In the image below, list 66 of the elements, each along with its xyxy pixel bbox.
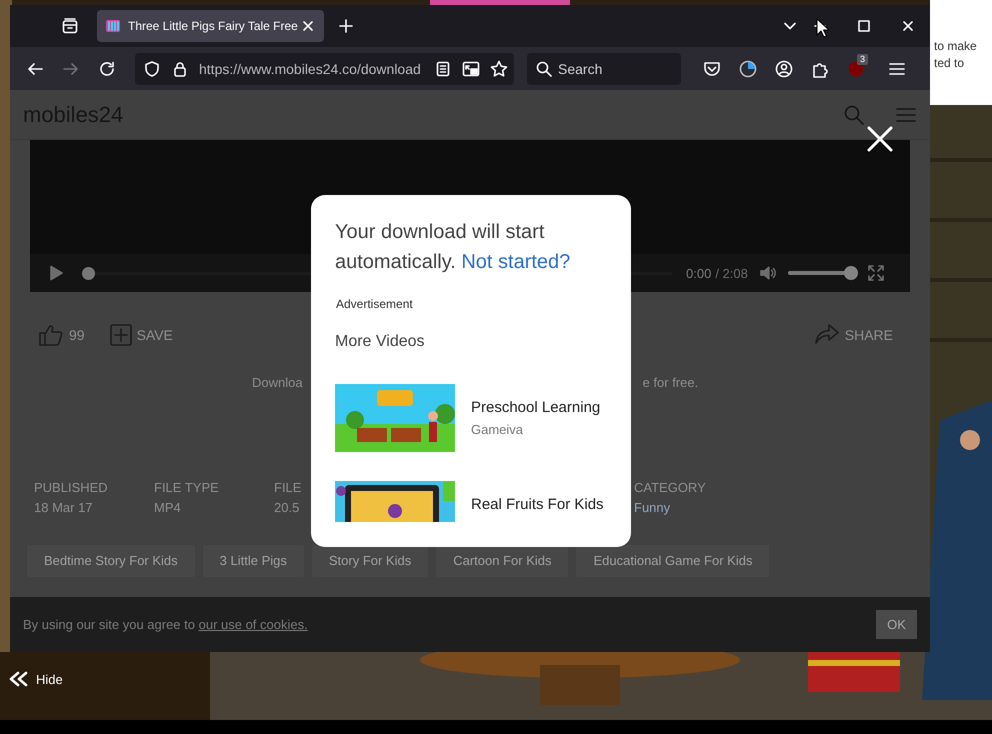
text-line: ted to <box>933 55 966 72</box>
browser-tab[interactable]: Three Little Pigs Fairy Tale Free <box>97 10 324 42</box>
meta-value: 20.5 <box>274 499 300 517</box>
close-icon[interactable] <box>902 20 914 32</box>
progress-thumb[interactable] <box>82 266 95 280</box>
pocket-icon[interactable] <box>702 60 721 78</box>
address-bar[interactable]: https://www.mobiles24.co/download <box>135 52 514 84</box>
video-title[interactable]: Preschool Learning <box>471 398 600 417</box>
star-icon[interactable] <box>490 60 508 76</box>
play-icon[interactable] <box>48 265 64 281</box>
reader-view-icon[interactable] <box>434 60 452 76</box>
meta-value: 18 Mar 17 <box>34 499 94 517</box>
pie-icon[interactable] <box>738 60 757 78</box>
fullscreen-icon[interactable] <box>868 265 884 281</box>
ad-label: Advertisement <box>335 296 414 312</box>
download-message: Your download will start automatically. Not started? <box>335 220 572 275</box>
new-tab-icon[interactable] <box>338 18 354 34</box>
reload-icon[interactable] <box>98 60 116 78</box>
tag-chip[interactable]: Story For Kids <box>312 545 428 577</box>
video-author: Gameiva <box>471 422 524 438</box>
tag-chip[interactable]: Bedtime Story For Kids <box>27 545 195 577</box>
speaker-icon[interactable] <box>760 265 776 281</box>
meta-value: MP4 <box>154 499 182 517</box>
count-badge: 3 <box>856 54 868 65</box>
cookie-notice: By using our site you agree to our use of cookies. <box>23 617 308 632</box>
section-title: More Videos <box>335 332 426 352</box>
meta-label: FILE <box>274 479 302 497</box>
duration: / 2:08 <box>715 266 748 280</box>
tag-chip[interactable]: 3 Little Pigs <box>202 545 304 577</box>
maximize-icon[interactable] <box>858 20 870 32</box>
meta-label: FILE TYPE <box>154 479 220 497</box>
search-icon <box>536 60 552 76</box>
tag-chip[interactable]: Cartoon For Kids <box>436 545 568 577</box>
cursor-icon <box>816 18 830 38</box>
close-tab-icon[interactable] <box>302 20 314 32</box>
double-chevron-icon <box>8 671 28 687</box>
category-link[interactable]: Funny <box>634 498 706 518</box>
ok-button[interactable]: OK <box>876 610 917 639</box>
download-text: e for free. <box>642 374 698 390</box>
thumbs-up-icon <box>38 323 64 347</box>
share-icon <box>814 323 840 347</box>
video-title[interactable]: Real Fruits For Kids <box>471 495 604 514</box>
download-text: Downloa <box>252 374 303 390</box>
tab-title: Three Little Pigs Fairy Tale Free <box>128 19 298 33</box>
like-button[interactable]: 99 <box>38 323 85 347</box>
meta-label: CATEGORY <box>634 479 706 497</box>
hide-button[interactable]: Hide <box>8 671 63 687</box>
volume-thumb[interactable] <box>844 266 858 280</box>
current-time: 0:00 <box>686 266 712 280</box>
save-button[interactable]: SAVE <box>110 324 173 346</box>
lock-icon[interactable] <box>171 60 189 76</box>
shield-icon[interactable] <box>143 60 161 76</box>
plus-icon <box>110 324 132 346</box>
meta-label: PUBLISHED <box>34 479 109 497</box>
close-icon[interactable] <box>867 126 893 152</box>
account-icon[interactable] <box>774 60 793 78</box>
url-text: https://www.mobiles24.co/download <box>199 60 422 76</box>
text-line: to make <box>933 38 978 55</box>
tag-chip[interactable]: Educational Game For Kids <box>576 545 770 577</box>
cookies-link[interactable]: our use of cookies. <box>198 617 308 632</box>
search-field[interactable]: Search <box>527 52 681 84</box>
share-button[interactable]: SHARE <box>814 323 893 347</box>
favicon-icon <box>105 18 121 34</box>
picture-in-picture-icon[interactable] <box>462 60 480 76</box>
tab-list-icon[interactable] <box>62 18 78 34</box>
not-started-link[interactable]: Not started? <box>461 251 570 273</box>
